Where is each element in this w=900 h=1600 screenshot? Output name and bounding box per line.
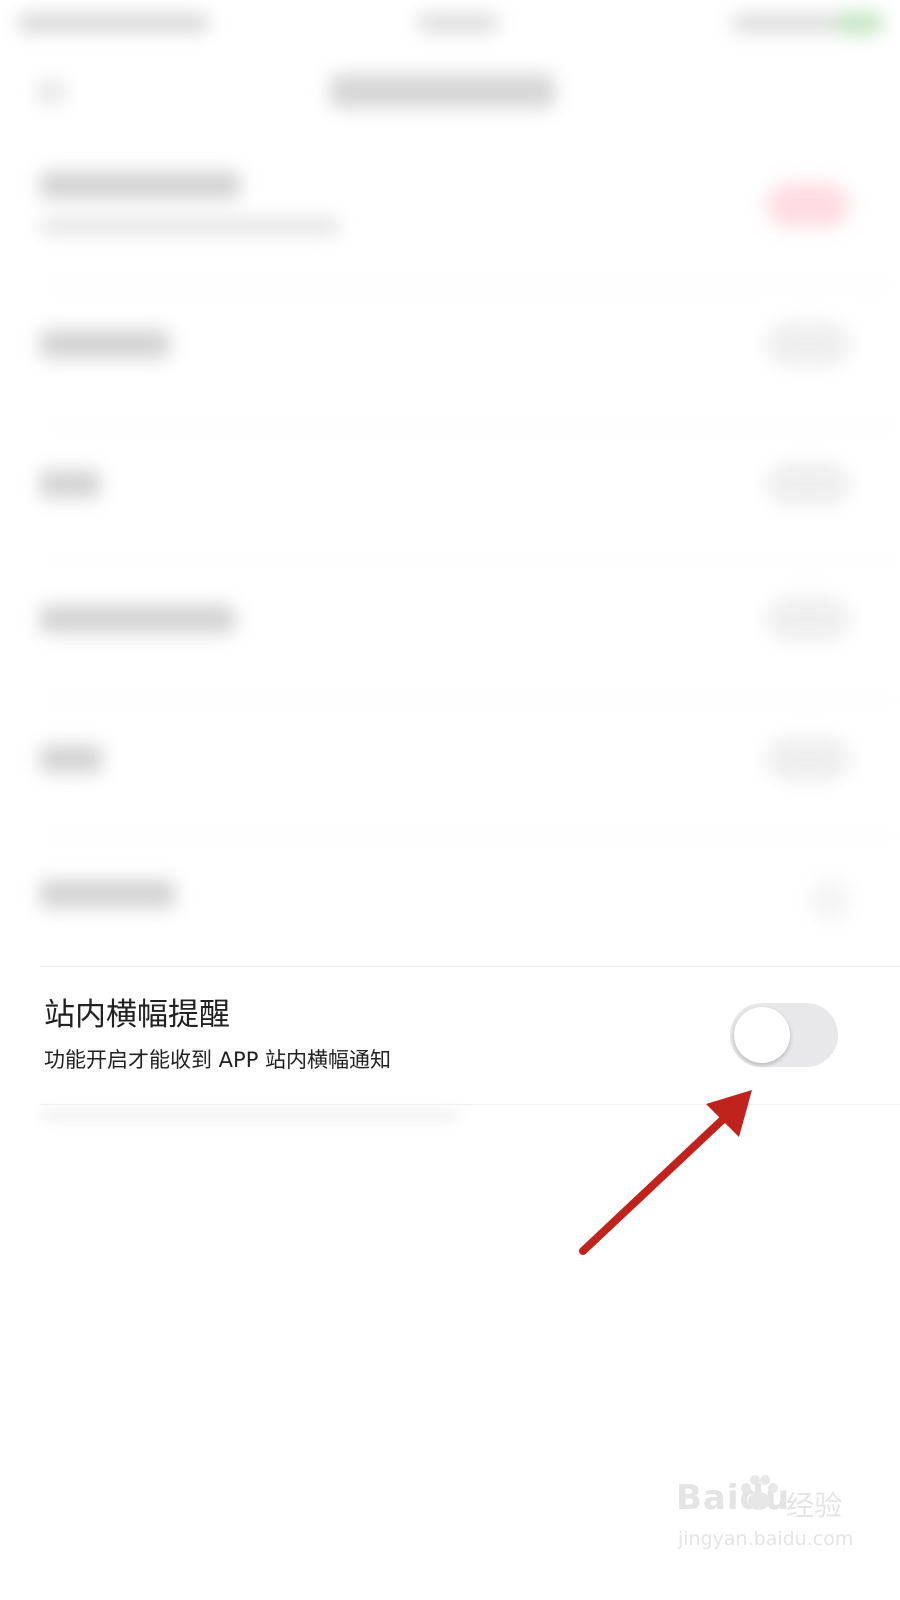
- status-bar-carrier: [18, 14, 208, 32]
- toggle-switch[interactable]: [766, 597, 850, 641]
- banner-reminder-setting-row: 站内横幅提醒 功能开启才能收到 APP 站内横幅通知: [0, 968, 900, 1104]
- blurred-settings-region: [0, 0, 900, 985]
- watermark-brand-cn: 经验: [786, 1489, 843, 1522]
- battery-icon: [838, 12, 882, 34]
- paw-icon: [741, 1475, 778, 1510]
- watermark-url: jingyan.baidu.com: [678, 1528, 854, 1550]
- back-arrow-icon[interactable]: [36, 80, 66, 104]
- banner-reminder-toggle[interactable]: [730, 1003, 838, 1067]
- blurred-footer-text: [40, 1108, 460, 1122]
- toggle-switch[interactable]: [766, 462, 850, 506]
- blurred-setting-row: [40, 165, 860, 275]
- divider: [40, 966, 900, 967]
- baidu-watermark: Baidu 经验 jingyan.baidu.com: [672, 1468, 872, 1568]
- toggle-switch[interactable]: [766, 183, 850, 227]
- page-title: [330, 74, 555, 108]
- blurred-setting-row: [40, 725, 860, 815]
- toggle-knob[interactable]: [734, 1007, 790, 1063]
- chevron-right-icon[interactable]: [810, 878, 850, 922]
- toggle-switch[interactable]: [766, 322, 850, 366]
- setting-title: 站内横幅提醒: [44, 997, 230, 1033]
- toggle-switch[interactable]: [766, 737, 850, 781]
- blurred-setting-row: [40, 860, 860, 950]
- setting-description: 功能开启才能收到 APP 站内横幅通知: [44, 1048, 392, 1072]
- blurred-setting-row: [40, 450, 860, 540]
- blurred-setting-row: [40, 585, 860, 675]
- blurred-setting-row: [40, 310, 860, 400]
- divider: [40, 1104, 900, 1105]
- status-bar-time: [418, 14, 498, 32]
- status-bar: [18, 8, 882, 38]
- status-bar-indicators: [732, 14, 842, 32]
